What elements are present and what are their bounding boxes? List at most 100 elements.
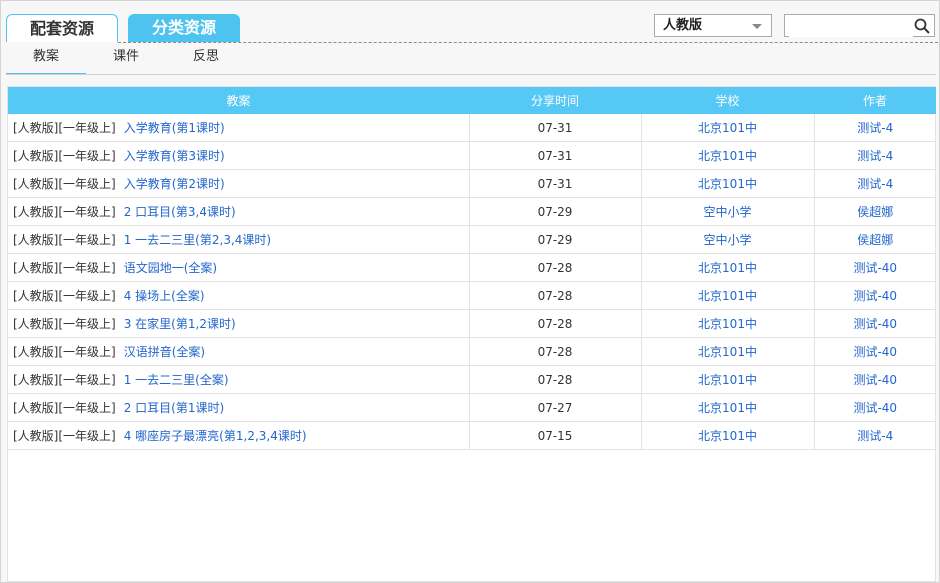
school-cell: 北京101中 <box>641 114 815 142</box>
chevron-down-icon <box>752 24 762 29</box>
table-row: [人教版][一年级上] 2 口耳目(第3,4课时) 07-29 空中小学 侯超娜 <box>8 197 936 226</box>
school-link[interactable]: 北京101中 <box>698 373 757 387</box>
lesson-plan-cell: [人教版][一年级上] 语文园地一(全案) <box>8 253 470 282</box>
author-cell: 侯超娜 <box>814 197 936 226</box>
edition-grade-prefix: [人教版][一年级上] <box>13 261 116 275</box>
school-link[interactable]: 北京101中 <box>698 429 757 443</box>
lesson-plan-cell: [人教版][一年级上] 3 在家里(第1,2课时) <box>8 309 470 338</box>
subtab-lesson-plans[interactable]: 教案 <box>6 46 86 75</box>
lesson-plan-title-link[interactable]: 4 哪座房子最漂亮(第1,2,3,4课时) <box>124 429 307 443</box>
lesson-plan-title-link[interactable]: 入学教育(第1课时) <box>124 121 225 135</box>
author-link[interactable]: 测试-4 <box>857 429 893 443</box>
table-row: [人教版][一年级上] 入学教育(第1课时) 07-31 北京101中 测试-4 <box>8 114 936 142</box>
tab-category-resources[interactable]: 分类资源 <box>128 14 240 42</box>
lesson-plan-title-link[interactable]: 4 操场上(全案) <box>124 289 205 303</box>
author-link[interactable]: 测试-4 <box>857 121 893 135</box>
edition-grade-prefix: [人教版][一年级上] <box>13 233 116 247</box>
table-row: [人教版][一年级上] 3 在家里(第1,2课时) 07-28 北京101中 测试-40 <box>8 309 936 338</box>
author-link[interactable]: 侯超娜 <box>857 205 893 219</box>
author-link[interactable]: 测试-40 <box>853 373 897 387</box>
version-select-value: 人教版 <box>663 18 703 33</box>
author-cell: 测试-40 <box>814 337 936 366</box>
author-link[interactable]: 测试-40 <box>853 261 897 275</box>
column-header-school: 学校 <box>641 87 814 114</box>
school-cell: 北京101中 <box>641 421 815 450</box>
share-date-cell: 07-29 <box>469 225 642 254</box>
lesson-plan-title-link[interactable]: 汉语拼音(全案) <box>124 345 205 359</box>
author-link[interactable]: 测试-40 <box>853 345 897 359</box>
subtab-divider <box>6 74 936 75</box>
lesson-plan-title-link[interactable]: 入学教育(第2课时) <box>124 177 225 191</box>
lesson-plan-cell: [人教版][一年级上] 入学教育(第2课时) <box>8 169 470 198</box>
school-link[interactable]: 北京101中 <box>698 317 757 331</box>
author-cell: 测试-4 <box>814 114 936 142</box>
school-cell: 空中小学 <box>641 197 815 226</box>
table-row: [人教版][一年级上] 4 操场上(全案) 07-28 北京101中 测试-40 <box>8 281 936 310</box>
author-cell: 测试-40 <box>814 365 936 394</box>
school-link[interactable]: 北京101中 <box>698 261 757 275</box>
resource-table-container: 教案 分享时间 学校 作者 [人教版][一年级上] 入学教育(第1课时) 07-31… <box>7 86 936 582</box>
table-row: [人教版][一年级上] 语文园地一(全案) 07-28 北京101中 测试-40 <box>8 253 936 282</box>
school-link[interactable]: 空中小学 <box>703 205 751 219</box>
share-date-cell: 07-28 <box>469 253 642 282</box>
share-date-cell: 07-31 <box>469 114 642 142</box>
app-frame: 配套资源 分类资源 人教版 教案 课件 反思 教案 分享时间 学校 作者 [人教… <box>0 0 940 583</box>
author-cell: 测试-4 <box>814 421 936 450</box>
table-row: [人教版][一年级上] 4 哪座房子最漂亮(第1,2,3,4课时) 07-15 北京1… <box>8 421 936 450</box>
share-date-cell: 07-15 <box>469 421 642 450</box>
author-link[interactable]: 侯超娜 <box>857 233 893 247</box>
author-cell: 测试-40 <box>814 253 936 282</box>
lesson-plan-title-link[interactable]: 2 口耳目(第1课时) <box>124 401 224 415</box>
school-link[interactable]: 空中小学 <box>703 233 751 247</box>
tab-bar-divider <box>118 42 938 43</box>
school-link[interactable]: 北京101中 <box>698 121 757 135</box>
table-row: [人教版][一年级上] 2 口耳目(第1课时) 07-27 北京101中 测试-40 <box>8 393 936 422</box>
share-date-cell: 07-31 <box>469 169 642 198</box>
search-box[interactable] <box>784 14 935 37</box>
table-body: [人教版][一年级上] 入学教育(第1课时) 07-31 北京101中 测试-4 [人教版… <box>8 114 936 450</box>
share-date-cell: 07-28 <box>469 309 642 338</box>
lesson-plan-title-link[interactable]: 入学教育(第3课时) <box>124 149 225 163</box>
edition-grade-prefix: [人教版][一年级上] <box>13 345 116 359</box>
share-date-cell: 07-28 <box>469 281 642 310</box>
lesson-plan-title-link[interactable]: 2 口耳目(第3,4课时) <box>124 205 236 219</box>
lesson-plan-title-link[interactable]: 1 一去二三里(第2,3,4课时) <box>124 233 271 247</box>
search-input[interactable] <box>789 16 913 37</box>
author-cell: 测试-40 <box>814 281 936 310</box>
author-link[interactable]: 测试-4 <box>857 149 893 163</box>
school-link[interactable]: 北京101中 <box>698 289 757 303</box>
tab-matching-resources[interactable]: 配套资源 <box>6 14 118 42</box>
author-link[interactable]: 测试-40 <box>853 317 897 331</box>
subtab-reflection[interactable]: 反思 <box>166 46 246 74</box>
search-icon[interactable] <box>913 17 931 35</box>
lesson-plan-cell: [人教版][一年级上] 入学教育(第3课时) <box>8 141 470 170</box>
edition-grade-prefix: [人教版][一年级上] <box>13 317 116 331</box>
subtab-courseware[interactable]: 课件 <box>86 46 166 74</box>
edition-grade-prefix: [人教版][一年级上] <box>13 177 116 191</box>
table-row: [人教版][一年级上] 入学教育(第3课时) 07-31 北京101中 测试-4 <box>8 141 936 170</box>
author-cell: 侯超娜 <box>814 225 936 254</box>
share-date-cell: 07-27 <box>469 393 642 422</box>
lesson-plan-title-link[interactable]: 语文园地一(全案) <box>124 261 217 275</box>
lesson-plan-cell: [人教版][一年级上] 2 口耳目(第3,4课时) <box>8 197 470 226</box>
author-cell: 测试-40 <box>814 393 936 422</box>
author-link[interactable]: 测试-4 <box>857 177 893 191</box>
school-link[interactable]: 北京101中 <box>698 177 757 191</box>
version-select[interactable]: 人教版 <box>654 14 772 37</box>
school-cell: 北京101中 <box>641 141 815 170</box>
table-header-row: 教案 分享时间 学校 作者 <box>8 87 936 114</box>
school-link[interactable]: 北京101中 <box>698 149 757 163</box>
table-row: [人教版][一年级上] 1 一去二三里(第2,3,4课时) 07-29 空中小学 侯超娜 <box>8 225 936 254</box>
author-link[interactable]: 测试-40 <box>853 289 897 303</box>
lesson-plan-cell: [人教版][一年级上] 1 一去二三里(第2,3,4课时) <box>8 225 470 254</box>
school-cell: 北京101中 <box>641 169 815 198</box>
edition-grade-prefix: [人教版][一年级上] <box>13 149 116 163</box>
edition-grade-prefix: [人教版][一年级上] <box>13 121 116 135</box>
author-link[interactable]: 测试-40 <box>853 401 897 415</box>
lesson-plan-title-link[interactable]: 3 在家里(第1,2课时) <box>124 317 236 331</box>
school-link[interactable]: 北京101中 <box>698 401 757 415</box>
lesson-plan-title-link[interactable]: 1 一去二三里(全案) <box>124 373 229 387</box>
edition-grade-prefix: [人教版][一年级上] <box>13 205 116 219</box>
school-link[interactable]: 北京101中 <box>698 345 757 359</box>
column-header-author: 作者 <box>814 87 936 114</box>
